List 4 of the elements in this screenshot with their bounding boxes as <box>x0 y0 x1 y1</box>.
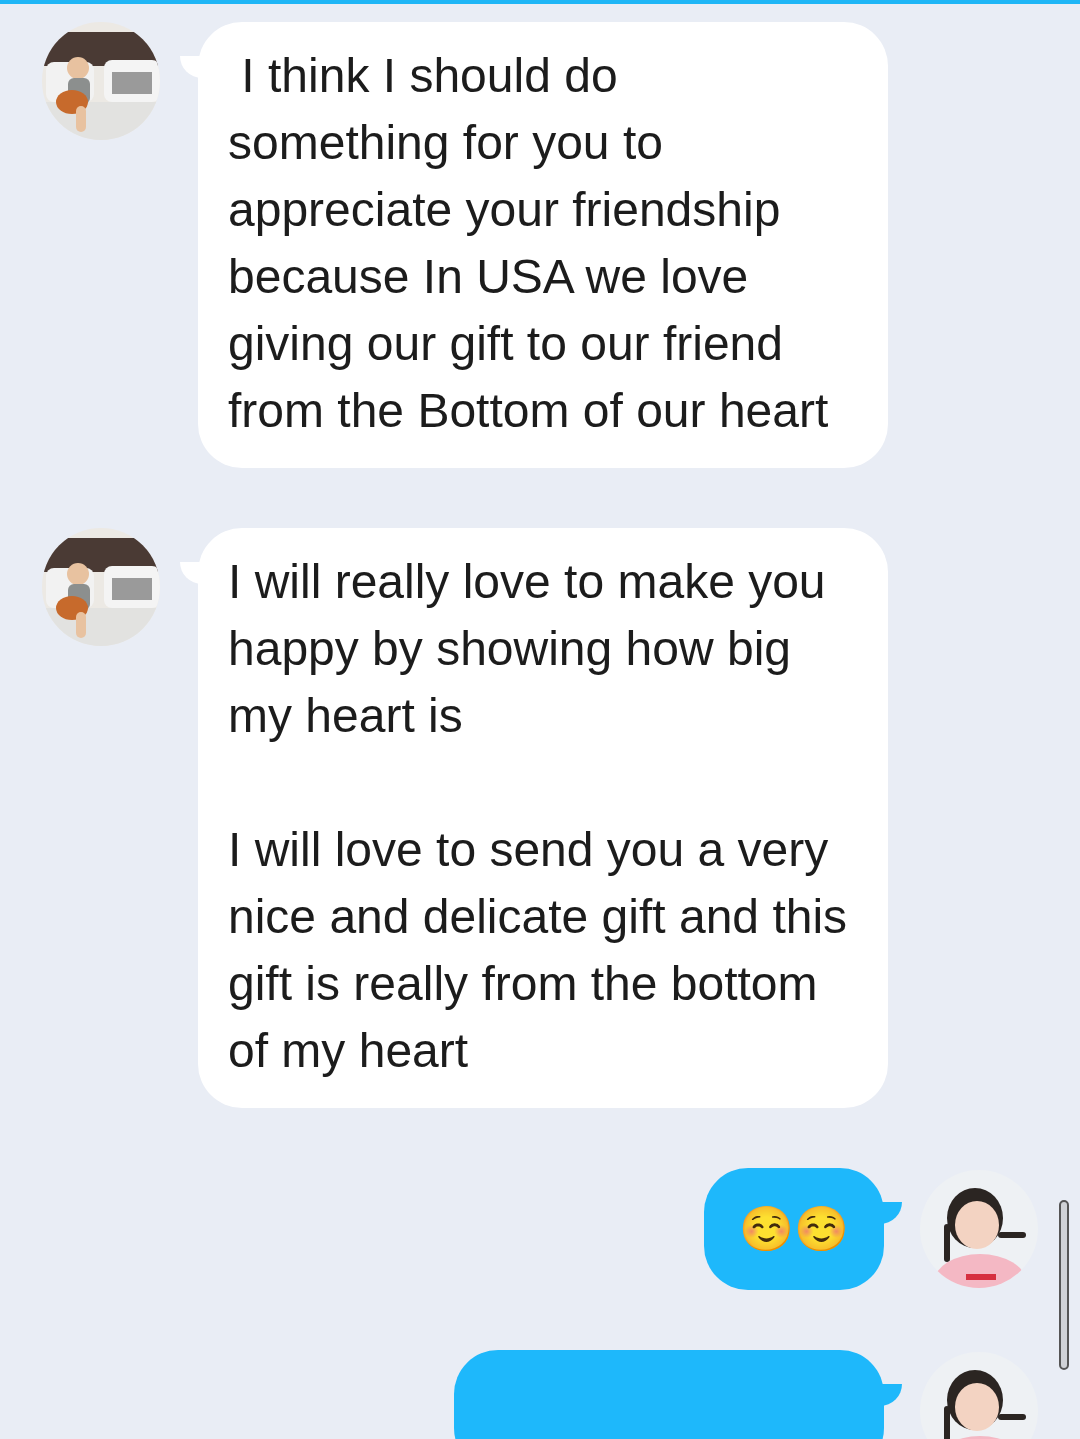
message-text: I think I should do something for you to appreciate your friendship because In USA we love giving our gift to our friend from the Bottom of our heart <box>228 48 830 439</box>
message-text: I will really love to make you happy by showing how big my heart is I will love to send you a very nice and delicate gift and this gift is really from the bottom of my heart <box>228 554 848 1079</box>
scrollbar[interactable] <box>1059 1200 1069 1370</box>
message-text: ☺☺ <box>739 1204 849 1254</box>
